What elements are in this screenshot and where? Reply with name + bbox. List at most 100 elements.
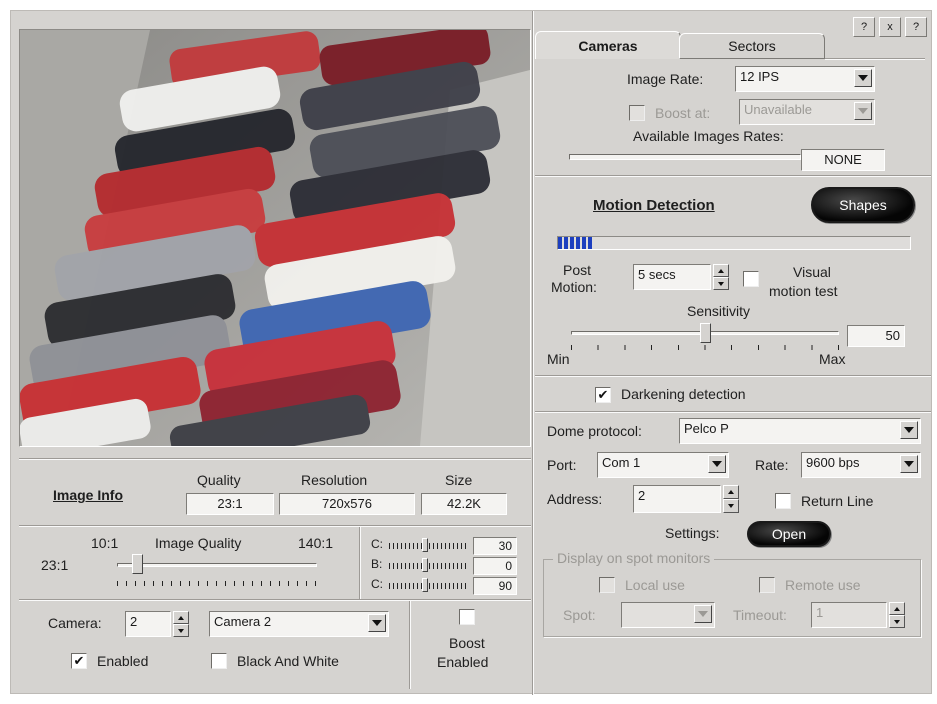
timeout-spinner[interactable]	[889, 602, 905, 628]
motion-detection-title: Motion Detection	[593, 197, 715, 214]
shapes-button[interactable]: Shapes	[811, 187, 915, 223]
info-button[interactable]: ?	[905, 17, 927, 37]
sensitivity-max-label: Max	[819, 351, 846, 367]
address-input[interactable]: 2	[633, 485, 721, 513]
address-spinner[interactable]	[723, 485, 739, 513]
resolution-value: 720x576	[279, 493, 415, 515]
available-rates-value: NONE	[801, 149, 885, 171]
local-use-label: Local use	[625, 577, 685, 593]
rate-label: Rate:	[755, 457, 789, 473]
quality-max-label: 140:1	[298, 535, 334, 551]
color-slider-label: C:	[371, 537, 383, 551]
boost-at-checkbox[interactable]	[629, 105, 645, 121]
boost-at-label: Boost at:	[655, 105, 711, 121]
post-motion-label-2: Motion:	[551, 279, 597, 295]
quality-current-label: 23:1	[41, 557, 69, 573]
color-slider-track	[389, 543, 469, 549]
timeout-input[interactable]: 1	[811, 602, 887, 628]
sensitivity-slider[interactable]	[700, 323, 711, 343]
image-quality-ticks	[117, 581, 317, 586]
quality-header: Quality	[197, 472, 241, 488]
dome-protocol-value: Pelco P	[684, 421, 729, 436]
color-slider-thumb[interactable]	[422, 538, 428, 552]
post-motion-input[interactable]: 5 secs	[633, 264, 711, 290]
sensitivity-label: Sensitivity	[687, 303, 751, 319]
visual-label-2: motion test	[769, 283, 838, 299]
resolution-header: Resolution	[301, 472, 368, 488]
chevron-down-icon[interactable]	[900, 421, 918, 439]
spin-down-icon[interactable]	[889, 615, 905, 628]
port-value: Com 1	[602, 455, 641, 470]
port-select[interactable]: Com 1	[597, 452, 729, 478]
open-button-label: Open	[771, 526, 807, 542]
chevron-down-icon[interactable]	[854, 102, 872, 120]
chevron-down-icon[interactable]	[854, 69, 872, 87]
shapes-button-label: Shapes	[839, 197, 887, 213]
image-quality-slider[interactable]	[132, 554, 143, 574]
image-quality-title: Image Quality	[155, 535, 242, 551]
boost-label-1: Boost	[449, 635, 485, 651]
spin-down-icon[interactable]	[723, 499, 739, 513]
motion-level-meter	[557, 236, 911, 250]
tab-sectors-label: Sectors	[728, 38, 776, 54]
camera-name-select[interactable]: Camera 2	[209, 611, 389, 637]
dome-protocol-select[interactable]: Pelco P	[679, 418, 921, 444]
spot-label: Spot:	[563, 607, 596, 623]
spin-down-icon[interactable]	[713, 277, 729, 290]
sensitivity-value[interactable]: 50	[847, 325, 905, 347]
tab-cameras[interactable]: Cameras	[535, 31, 681, 59]
color-slider-label: C:	[371, 577, 383, 591]
chevron-down-icon[interactable]	[708, 455, 726, 473]
color-slider-track	[389, 563, 469, 569]
spin-up-icon[interactable]	[889, 602, 905, 615]
darkening-detection-checkbox[interactable]: ✔	[595, 387, 611, 403]
rate-select[interactable]: 9600 bps	[801, 452, 921, 478]
image-rate-select[interactable]: 12 IPS	[735, 66, 875, 92]
spin-up-icon[interactable]	[713, 264, 729, 277]
color-slider-value[interactable]: 0	[473, 557, 517, 575]
spot-group-label: Display on spot monitors	[553, 550, 715, 566]
chevron-down-icon[interactable]	[368, 614, 386, 632]
color-slider-thumb[interactable]	[422, 558, 428, 572]
color-slider-value[interactable]: 90	[473, 577, 517, 595]
local-use-checkbox[interactable]	[599, 577, 615, 593]
camera-number-input[interactable]: 2	[125, 611, 171, 637]
chevron-down-icon[interactable]	[900, 455, 918, 473]
sensitivity-min-label: Min	[547, 351, 570, 367]
close-button[interactable]: x	[879, 17, 901, 37]
help-button[interactable]: ?	[853, 17, 875, 37]
available-rates-label: Available Images Rates:	[633, 128, 784, 144]
return-line-label: Return Line	[801, 493, 874, 509]
post-motion-label-1: Post	[563, 262, 592, 278]
color-slider-thumb[interactable]	[422, 578, 428, 592]
post-motion-spinner[interactable]	[713, 264, 729, 290]
color-slider-value[interactable]: 30	[473, 537, 517, 555]
boost-enabled-checkbox[interactable]	[459, 609, 475, 625]
tab-sectors[interactable]: Sectors	[679, 33, 825, 59]
spin-up-icon[interactable]	[723, 485, 739, 499]
visual-motion-test-checkbox[interactable]	[743, 271, 759, 287]
image-quality-track	[117, 563, 317, 567]
open-settings-button[interactable]: Open	[747, 521, 831, 547]
rate-value: 9600 bps	[806, 455, 860, 470]
enabled-label: Enabled	[97, 653, 149, 669]
chevron-down-icon[interactable]	[694, 605, 712, 623]
black-white-checkbox[interactable]	[211, 653, 227, 669]
video-preview-frame	[19, 29, 531, 447]
return-line-checkbox[interactable]	[775, 493, 791, 509]
remote-use-label: Remote use	[785, 577, 861, 593]
spin-down-icon[interactable]	[173, 624, 189, 637]
image-rate-value: 12 IPS	[740, 69, 780, 84]
settings-label: Settings:	[665, 525, 720, 541]
remote-use-checkbox[interactable]	[759, 577, 775, 593]
spin-up-icon[interactable]	[173, 611, 189, 624]
quality-min-label: 10:1	[91, 535, 119, 551]
enabled-checkbox[interactable]: ✔	[71, 653, 87, 669]
image-info-title: Image Info	[53, 487, 124, 503]
image-rate-label: Image Rate:	[627, 71, 704, 87]
spot-select[interactable]	[621, 602, 715, 628]
camera-number-spinner[interactable]	[173, 611, 189, 637]
size-header: Size	[445, 472, 473, 488]
dome-protocol-label: Dome protocol:	[547, 423, 642, 439]
boost-at-select[interactable]: Unavailable	[739, 99, 875, 125]
